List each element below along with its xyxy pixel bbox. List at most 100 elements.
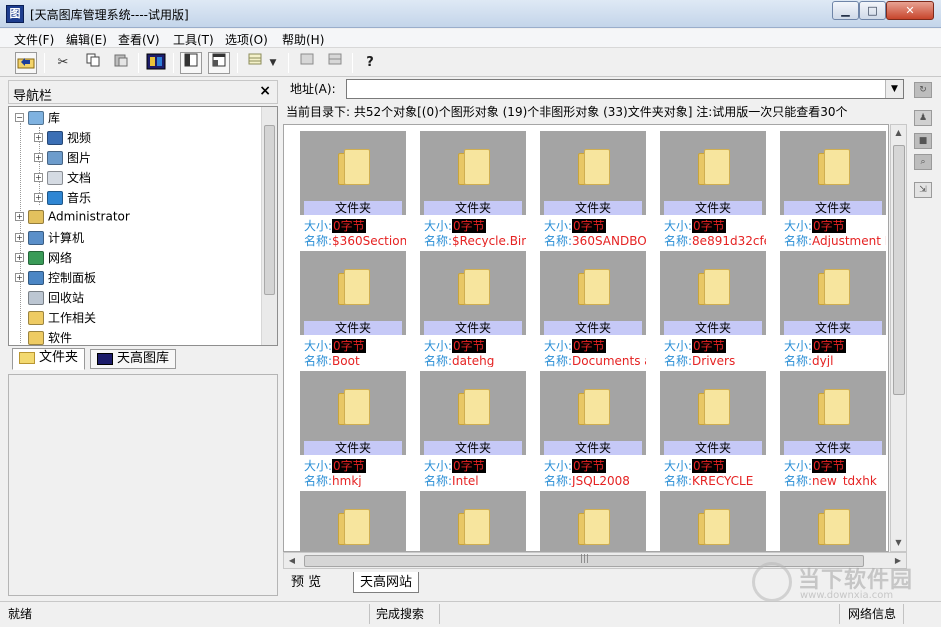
tab-tiangao-library[interactable]: 天高图库 xyxy=(90,349,177,369)
tree-node[interactable]: 工作相关 xyxy=(15,309,96,327)
tree-node[interactable]: + Administrator xyxy=(15,209,130,227)
tree-node[interactable]: + 文档 xyxy=(34,169,91,187)
menu-bar: 文件(F) 编辑(E) 查看(V) 工具(T) 选项(O) 帮助(H) xyxy=(0,29,941,48)
tree-node[interactable]: + 计算机 xyxy=(15,229,84,247)
tree-node[interactable]: + 音乐 xyxy=(34,189,91,207)
folder-thumbnail[interactable]: 文件夹 大小:0字节 名称:8e891d32cfe xyxy=(660,131,770,249)
nav-close-icon[interactable]: × xyxy=(259,83,271,99)
folder-thumbnail[interactable] xyxy=(660,491,770,551)
tree-node[interactable]: + 图片 xyxy=(34,149,91,167)
folder-thumbnail[interactable]: 文件夹 大小:0字节 名称:Adjustment F xyxy=(780,131,888,249)
scroll-up-icon[interactable]: ▲ xyxy=(891,125,906,141)
tree-expander-icon[interactable]: − xyxy=(15,113,24,122)
close-button[interactable]: ✕ xyxy=(886,1,934,20)
tree-expander-icon[interactable]: + xyxy=(15,212,24,221)
tree-expander-icon[interactable]: + xyxy=(34,193,43,202)
grid-vertical-scrollbar[interactable]: ▲ ▼ xyxy=(890,124,907,552)
cut-icon[interactable]: ✂ xyxy=(52,52,74,74)
minimize-button[interactable]: ▁ xyxy=(832,1,859,20)
single-view-icon[interactable] xyxy=(296,52,318,74)
document-icon xyxy=(47,170,63,185)
tree-node[interactable]: + 控制面板 xyxy=(15,269,96,287)
menu-tools[interactable]: 工具(T) xyxy=(173,31,214,48)
folder-thumbnail[interactable] xyxy=(780,491,888,551)
name-key: 名称: xyxy=(784,354,813,367)
menu-options[interactable]: 选项(O) xyxy=(225,31,268,48)
menu-edit[interactable]: 编辑(E) xyxy=(66,31,107,48)
tree-expander-icon[interactable]: + xyxy=(15,273,24,282)
tree-node[interactable]: 软件 xyxy=(15,329,72,345)
rotate-icon[interactable]: ↻ xyxy=(914,82,932,98)
zoom-icon[interactable]: ⌕ xyxy=(914,154,932,170)
tree-expander-icon[interactable]: + xyxy=(15,233,24,242)
address-dropdown-icon[interactable]: ▼ xyxy=(885,80,903,98)
folder-thumbnail[interactable]: 文件夹 大小:0字节 名称:JSQL2008 xyxy=(540,371,650,489)
folder-thumbnail[interactable]: 文件夹 大小:0字节 名称:KRECYCLE xyxy=(660,371,770,489)
thumbnail-grid[interactable]: 文件夹 大小:0字节 名称:$360Section 文件夹 大小:0字节 名称:$Recy… xyxy=(283,124,889,552)
folder-thumbnail[interactable]: 文件夹 大小:0字节 名称:hmkj xyxy=(300,371,410,489)
address-input[interactable] xyxy=(346,79,904,99)
paste-icon[interactable] xyxy=(110,52,132,74)
folder-thumbnail[interactable]: 文件夹 大小:0字节 名称:Boot xyxy=(300,251,410,369)
tree-scroll-thumb[interactable] xyxy=(264,125,275,295)
tree-expander-icon[interactable]: + xyxy=(34,173,43,182)
size-line: 大小:0字节 xyxy=(664,337,726,353)
maximize-button[interactable]: □ xyxy=(859,1,886,20)
scroll-down-icon[interactable]: ▼ xyxy=(891,535,906,551)
folder-thumbnail[interactable] xyxy=(540,491,650,551)
folder-thumbnail[interactable]: 文件夹 大小:0字节 名称:new_tdxhk xyxy=(780,371,888,489)
menu-file[interactable]: 文件(F) xyxy=(14,31,54,48)
tree-expander-icon[interactable]: + xyxy=(34,133,43,142)
export-icon[interactable]: ⇲ xyxy=(914,182,932,198)
tab-preview[interactable]: 预 览 xyxy=(285,572,327,593)
tree-node[interactable]: + 视频 xyxy=(34,129,91,147)
tree-expander-icon[interactable]: + xyxy=(34,153,43,162)
name-key: 名称: xyxy=(664,234,693,247)
folder-thumbnail[interactable] xyxy=(420,491,530,551)
folder-name: $Recycle.Bin xyxy=(452,234,526,247)
tab-folders[interactable]: 文件夹 xyxy=(12,348,86,370)
scroll-left-icon[interactable]: ◀ xyxy=(284,553,300,568)
folder-thumbnail[interactable]: 文件夹 大小:0字节 名称:$Recycle.Bin xyxy=(420,131,530,249)
tree-node-label: 计算机 xyxy=(48,231,85,245)
folder-name: Drivers xyxy=(692,354,736,367)
tree-scrollbar[interactable] xyxy=(261,107,277,345)
details-pane-icon[interactable] xyxy=(208,52,230,74)
dropdown-arrow-icon[interactable]: ▼ xyxy=(266,52,280,74)
left-pane-icon[interactable] xyxy=(180,52,202,74)
size-key: 大小: xyxy=(784,339,813,353)
folder-thumbnail[interactable]: 文件夹 大小:0字节 名称:Drivers xyxy=(660,251,770,369)
split-view-icon[interactable] xyxy=(324,52,346,74)
size-value: 0字节 xyxy=(452,339,486,353)
status-bar: 就绪 完成搜索 网络信息 xyxy=(0,601,941,627)
size-key: 大小: xyxy=(424,459,453,473)
tree-node[interactable]: + 网络 xyxy=(15,249,72,267)
tree-node[interactable]: − 库 xyxy=(15,109,60,127)
folder-tree[interactable]: − 库 + 视频 + 图片 + 文档 + 音乐 + Administrator + 计算机 + 网络 + 控制面板… xyxy=(8,106,278,346)
person-icon[interactable]: ♟ xyxy=(914,110,932,126)
menu-help[interactable]: 帮助(H) xyxy=(282,31,324,48)
up-folder-icon[interactable] xyxy=(15,52,37,74)
fill-icon[interactable]: ■ xyxy=(914,133,932,149)
size-value: 0字节 xyxy=(572,219,606,233)
folder-thumbnail[interactable]: 文件夹 大小:0字节 名称:Intel xyxy=(420,371,530,489)
folder-thumbnail[interactable] xyxy=(300,491,410,551)
grid-scroll-thumb[interactable] xyxy=(893,145,905,395)
tree-node[interactable]: 回收站 xyxy=(15,289,84,307)
folder-icon xyxy=(698,269,730,305)
tree-expander-icon[interactable]: + xyxy=(15,253,24,262)
status-resize-grip[interactable] xyxy=(906,604,936,624)
thumbnail-image: 文件夹 xyxy=(300,371,406,455)
folder-thumbnail[interactable]: 文件夹 大小:0字节 名称:360SANDBOX xyxy=(540,131,650,249)
menu-view[interactable]: 查看(V) xyxy=(118,31,160,48)
nav-title: 导航栏 xyxy=(13,89,53,104)
folder-thumbnail[interactable]: 文件夹 大小:0字节 名称:datehg xyxy=(420,251,530,369)
folder-thumbnail[interactable]: 文件夹 大小:0字节 名称:dyjl xyxy=(780,251,888,369)
copy-icon[interactable] xyxy=(82,52,104,74)
library-icon[interactable] xyxy=(145,52,167,74)
help-icon[interactable]: ? xyxy=(359,52,381,74)
folder-thumbnail[interactable]: 文件夹 大小:0字节 名称:$360Section xyxy=(300,131,410,249)
folder-thumbnail[interactable]: 文件夹 大小:0字节 名称:Documents a xyxy=(540,251,650,369)
tab-tiangao-website[interactable]: 天高网站 xyxy=(353,572,420,593)
view-mode-icon[interactable] xyxy=(244,52,266,74)
